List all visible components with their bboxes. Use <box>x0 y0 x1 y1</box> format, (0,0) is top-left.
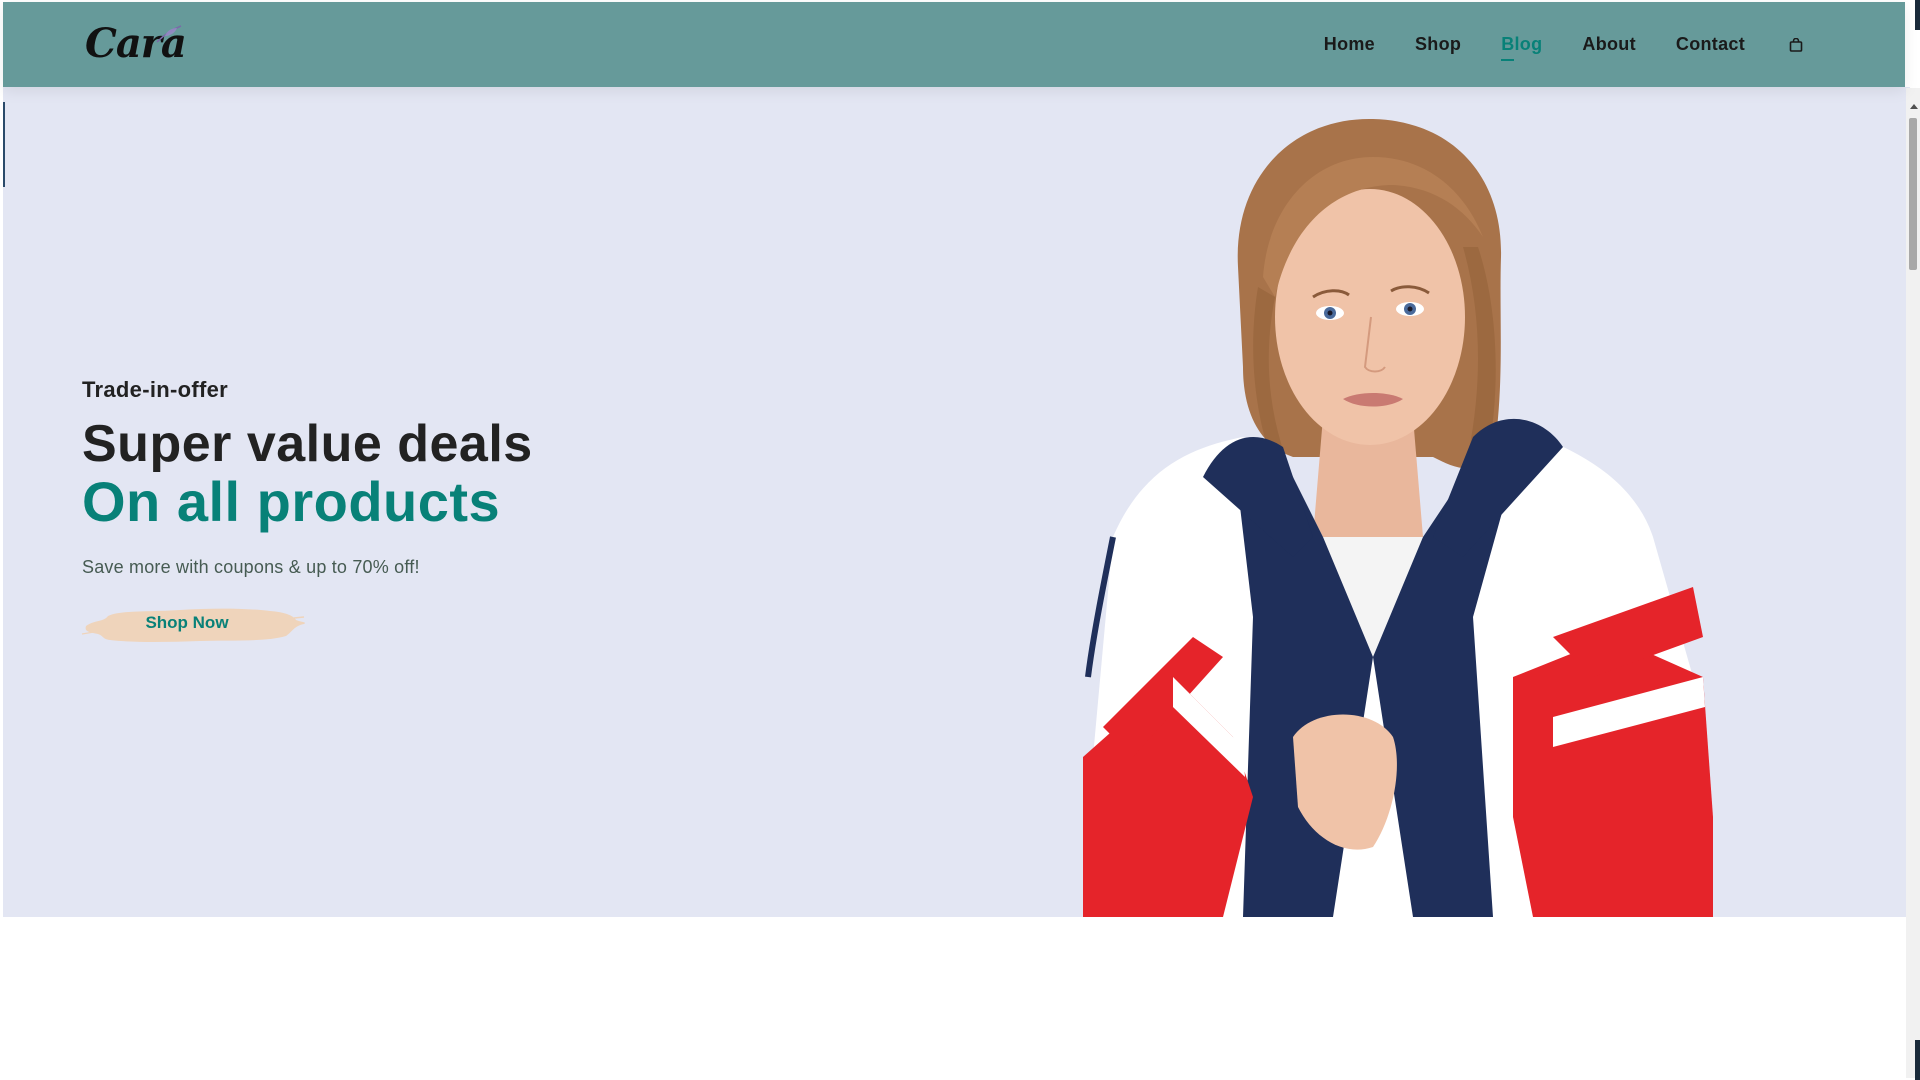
hero-subheadline: On all products <box>82 470 501 533</box>
site-header: Cara Home Shop Blog About Contact <box>3 2 1905 87</box>
nav-shop[interactable]: Shop <box>1415 34 1461 55</box>
scrollbar-thumb[interactable] <box>1909 118 1917 270</box>
main-nav: Home Shop Blog About Contact <box>1284 2 1805 87</box>
shop-now-button[interactable]: Shop Now <box>80 596 310 650</box>
hero-kicker: Trade-in-offer <box>82 377 228 402</box>
page: Cara Home Shop Blog About Contact Trade-… <box>0 0 1920 1080</box>
nav-home[interactable]: Home <box>1324 34 1375 55</box>
hero-section: Trade-in-offer Super value deals On all … <box>3 87 1910 917</box>
nav-contact[interactable]: Contact <box>1676 34 1745 55</box>
logo[interactable]: Cara <box>85 18 187 68</box>
hero-headline: Super value deals <box>82 415 533 473</box>
hero-description: Save more with coupons & up to 70% off! <box>82 557 420 577</box>
scroll-up-icon[interactable] <box>1910 104 1918 109</box>
leaf-icon <box>156 25 182 43</box>
window-edge <box>1915 1040 1920 1080</box>
shopping-bag-icon[interactable] <box>1789 37 1805 53</box>
shop-now-label: Shop Now <box>145 613 229 632</box>
hero-content: Trade-in-offer Super value deals On all … <box>80 377 533 655</box>
hero-model-image <box>1083 118 1713 917</box>
window-edge <box>1915 0 1920 30</box>
divider <box>3 102 5 187</box>
nav-blog[interactable]: Blog <box>1501 34 1542 61</box>
nav-about[interactable]: About <box>1582 34 1635 55</box>
